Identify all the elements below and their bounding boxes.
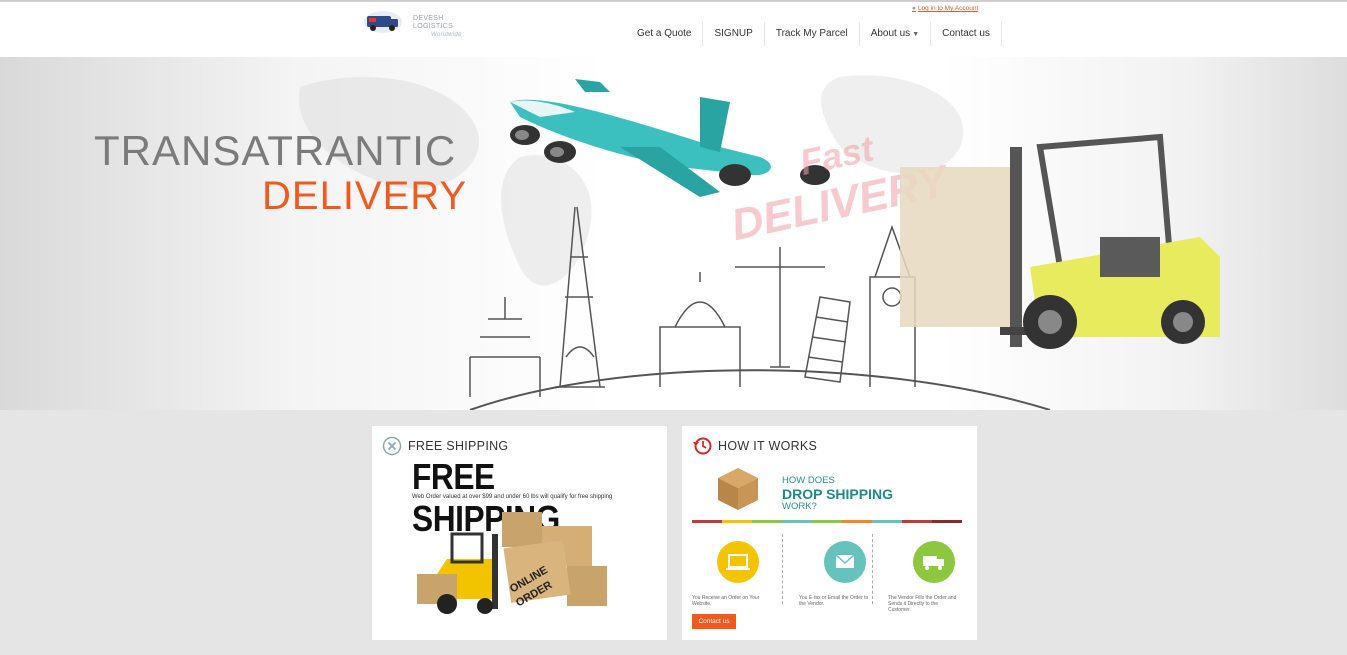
step-receive-order: You Receive an Order on Your Website. [692,541,762,607]
free-shipping-heading: FREE SHIPPING [408,439,509,453]
nav-track-parcel[interactable]: Track My Parcel [765,22,860,46]
free-shipping-header: FREE SHIPPING [382,436,508,456]
brand-name: DEVESH LOGISTICS Worldwide [413,15,483,39]
hero-banner: Fast DELIVERY TRANSATRANTIC DELIVERY [0,57,1347,410]
leaning-tower-icon [804,296,851,383]
main-nav: Get a Quote SIGNUP Track My Parcel About… [626,22,1002,46]
drop-shipping-line3: WORK? [782,501,817,512]
drop-shipping-title: HOW DOES DROP SHIPPING WORK? [782,475,893,513]
color-stripe [692,520,962,523]
nav-about-us[interactable]: About us ▼ [860,22,932,46]
drop-shipping-line1: HOW DOES [782,475,835,486]
step1-text: You Receive an Order on Your Website. [692,595,760,607]
forklift-boxes-illustration: ONLINE ORDER [417,512,607,614]
site-header: DEVESH LOGISTICS Worldwide ● Log in to My… [0,2,1347,57]
how-it-works-heading: HOW IT WORKS [718,439,818,453]
pagoda-icon [469,297,541,397]
laptop-icon [717,541,759,583]
nav-get-quote-label: Get a Quote [637,28,692,39]
nav-contact-us[interactable]: Contact us [931,22,1002,46]
hero-title: TRANSATRANTIC [94,127,457,174]
nav-track-parcel-label: Track My Parcel [775,28,848,39]
history-clock-icon [693,437,712,455]
hero-subtitle: DELIVERY [262,174,468,218]
hero-illustration: Fast DELIVERY [298,75,1220,410]
step-divider [782,534,783,604]
drop-shipping-line2: DROP SHIPPING [782,486,893,502]
step-vendor-fills: The Vendor Fills the Order and Sends it … [888,541,958,613]
free-shipping-card: FREE SHIPPING FREE SHIPPING Web Order va… [372,426,667,640]
truck-icon [913,541,955,583]
brand-logo[interactable]: DEVESH LOGISTICS Worldwide [363,10,483,38]
dropdown-caret-icon: ▼ [912,31,920,38]
how-it-works-header: HOW IT WORKS [692,436,817,456]
nav-about-us-label: About us [870,28,911,39]
login-label: Log in to My Account [917,5,979,12]
statue-icon [735,247,825,368]
user-icon: ● [912,5,916,12]
step3-text: The Vendor Fills the Order and Sends it … [888,595,957,613]
brand-name-text: DEVESH LOGISTICS [413,15,454,30]
nav-contact-us-label: Contact us [942,28,990,39]
envelope-icon [824,541,866,583]
free-shipping-note: Web Order valued at over $99 and under 6… [412,494,613,500]
brand-tagline: Worldwide [431,32,462,38]
login-link[interactable]: ● Log in to My Account [912,5,978,12]
package-box-icon [718,468,758,510]
close-circle-icon [382,436,402,456]
nav-signup[interactable]: SIGNUP [703,22,765,46]
contact-us-button[interactable]: Contact us [692,614,736,629]
van-logo-icon [364,11,402,33]
step-divider [872,534,873,604]
forklift-icon [900,133,1220,349]
nav-get-quote[interactable]: Get a Quote [626,22,704,46]
step-fax-email: You E-fax or Email the Order to the Vend… [799,541,869,607]
nav-signup-label: SIGNUP [714,28,753,39]
how-it-works-card: HOW IT WORKS HOW DOES DROP SHIPPING WORK… [682,426,977,640]
step2-text: You E-fax or Email the Order to the Vend… [799,595,869,607]
